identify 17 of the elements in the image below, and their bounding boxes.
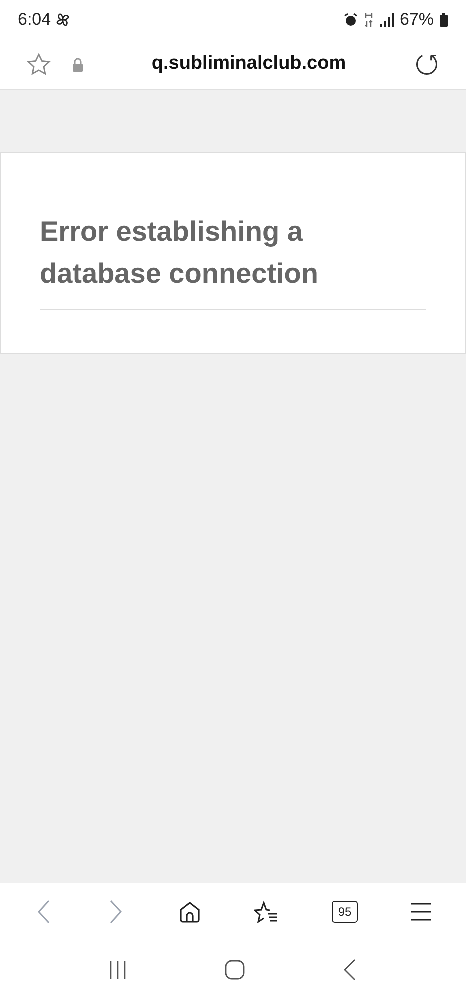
tabs-button[interactable]: 95 xyxy=(332,900,358,922)
lock-icon xyxy=(72,58,84,72)
battery-percent: 67% xyxy=(400,9,434,32)
home-icon[interactable] xyxy=(225,960,245,980)
alarm-icon xyxy=(344,13,358,27)
data-transfer-icon xyxy=(364,12,374,28)
bookmarks-icon[interactable] xyxy=(254,900,280,924)
error-heading: Error establishing a database connection xyxy=(40,211,426,310)
back-icon[interactable] xyxy=(343,959,357,981)
menu-icon[interactable] xyxy=(410,902,432,922)
signal-icon xyxy=(380,13,394,27)
star-icon[interactable] xyxy=(26,52,52,78)
status-time: 6:04 xyxy=(18,9,52,32)
home-icon[interactable] xyxy=(178,900,202,924)
recent-apps-icon[interactable] xyxy=(109,961,127,979)
battery-icon xyxy=(440,13,448,27)
pinwheel-icon xyxy=(55,12,72,28)
